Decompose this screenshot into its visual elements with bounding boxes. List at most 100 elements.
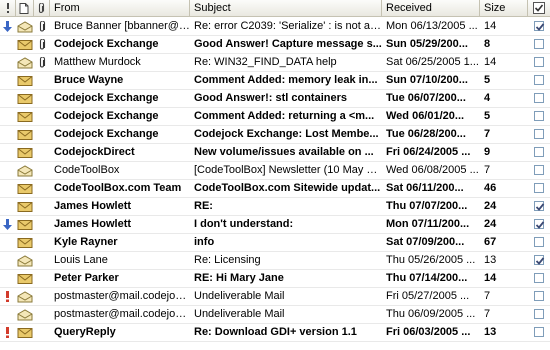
flag-checkbox-cell xyxy=(528,54,550,71)
message-row[interactable]: Matthew Murdock Re: WIN32_FIND_DATA help S… xyxy=(0,54,550,72)
flag-checkbox[interactable] xyxy=(534,57,544,67)
flag-checkbox[interactable] xyxy=(534,183,544,193)
envelope-closed-icon xyxy=(17,220,33,230)
flag-checkbox[interactable] xyxy=(534,75,544,85)
size-cell: 46 xyxy=(484,182,497,194)
message-row[interactable]: CodeToolBox.com Team CodeToolBox.com Site… xyxy=(0,180,550,198)
flag-checkbox[interactable] xyxy=(534,309,544,319)
message-row[interactable]: Codejock Exchange Good Answer! Capture me… xyxy=(0,36,550,54)
attachment-cell xyxy=(34,144,50,161)
message-row[interactable]: James Howlett RE: Thu 07/07/200... 24 xyxy=(0,198,550,216)
flag-checkbox[interactable] xyxy=(534,291,544,301)
priority-cell xyxy=(0,234,16,251)
message-row[interactable]: postmaster@mail.codejock... Undeliverable… xyxy=(0,306,550,324)
from-cell: Codejock Exchange xyxy=(54,128,159,140)
flag-checkbox-cell xyxy=(528,108,550,125)
flag-checkbox-cell xyxy=(528,72,550,89)
from-cell: QueryReply xyxy=(54,326,116,338)
flag-checkbox-cell xyxy=(528,288,550,305)
received-cell: Sat 07/09/200... xyxy=(386,236,465,248)
envelope-closed-icon xyxy=(17,148,33,158)
size-cell: 67 xyxy=(484,236,497,248)
flag-checkbox-cell xyxy=(528,90,550,107)
message-row[interactable]: Kyle Rayner info Sat 07/09/200... 67 xyxy=(0,234,550,252)
column-header-from[interactable]: From xyxy=(50,0,190,16)
envelope-closed-icon xyxy=(17,40,33,50)
message-row[interactable]: Codejock Exchange Comment Added: returnin… xyxy=(0,108,550,126)
message-row[interactable]: Louis Lane Re: Licensing Thu 05/26/2005 ..… xyxy=(0,252,550,270)
envelope-closed-icon xyxy=(17,184,33,194)
size-cell: 13 xyxy=(484,326,497,338)
message-row[interactable]: postmaster@mail.codejock... Undeliverable… xyxy=(0,288,550,306)
received-cell: Sat 06/25/2005 1... xyxy=(386,56,479,68)
column-header-size[interactable]: Size xyxy=(480,0,528,16)
flag-checkbox[interactable] xyxy=(534,111,544,121)
flag-checkbox[interactable] xyxy=(534,201,545,211)
attachment-cell xyxy=(34,108,50,125)
attachment-cell xyxy=(34,162,50,179)
flag-checkbox[interactable] xyxy=(534,273,544,283)
received-cell: Tue 06/28/200... xyxy=(386,128,466,140)
paperclip-icon xyxy=(39,57,46,68)
attachment-cell xyxy=(34,252,50,269)
check-mark-icon xyxy=(535,203,545,211)
flag-checkbox-cell xyxy=(528,126,550,143)
message-type-cell xyxy=(16,54,34,71)
column-header-type[interactable] xyxy=(16,0,34,16)
column-header-subject[interactable]: Subject xyxy=(190,0,382,16)
column-header-attachment[interactable] xyxy=(34,0,50,16)
from-cell: Louis Lane xyxy=(54,254,108,266)
message-row[interactable]: Codejock Exchange Good Answer!: stl conta… xyxy=(0,90,550,108)
envelope-open-icon xyxy=(17,255,33,267)
priority-cell xyxy=(0,54,16,71)
priority-cell xyxy=(0,324,16,341)
received-cell: Thu 06/09/2005 ... xyxy=(386,308,476,320)
received-cell: Wed 06/01/20... xyxy=(386,110,465,122)
subject-cell: Undeliverable Mail xyxy=(194,308,285,320)
message-type-cell xyxy=(16,216,34,233)
column-header-received[interactable]: Received xyxy=(382,0,480,16)
from-cell: Kyle Rayner xyxy=(54,236,118,248)
envelope-closed-icon xyxy=(17,130,33,140)
message-row[interactable]: Bruce Banner [bbanner@c... Re: error C203… xyxy=(0,18,550,36)
received-cell: Thu 07/14/200... xyxy=(386,272,468,284)
message-row[interactable]: Bruce Wayne Comment Added: memory leak in… xyxy=(0,72,550,90)
flag-checkbox[interactable] xyxy=(534,219,545,229)
message-type-cell xyxy=(16,252,34,269)
message-type-cell xyxy=(16,72,34,89)
size-cell: 24 xyxy=(484,218,497,230)
flag-checkbox[interactable] xyxy=(534,93,544,103)
message-row[interactable]: CodejockDirect New volume/issues availabl… xyxy=(0,144,550,162)
column-header-flag[interactable] xyxy=(528,0,550,16)
flag-checkbox-cell xyxy=(528,270,550,287)
message-list[interactable]: From Subject Received Size Bruce Banner … xyxy=(0,0,550,350)
flag-checkbox[interactable] xyxy=(534,327,544,337)
priority-cell xyxy=(0,180,16,197)
message-row[interactable]: QueryReply Re: Download GDI+ version 1.1 F… xyxy=(0,324,550,342)
priority-cell xyxy=(0,144,16,161)
message-row[interactable]: Peter Parker RE: Hi Mary Jane Thu 07/14/20… xyxy=(0,270,550,288)
attachment-cell xyxy=(34,306,50,323)
message-row[interactable]: Codejock Exchange Codejock Exchange: Lost… xyxy=(0,126,550,144)
size-cell: 5 xyxy=(484,74,491,86)
check-mark-icon xyxy=(535,23,545,31)
message-type-cell xyxy=(16,108,34,125)
message-type-cell xyxy=(16,288,34,305)
envelope-closed-icon xyxy=(17,94,33,104)
flag-checkbox[interactable] xyxy=(534,255,545,265)
flag-checkbox[interactable] xyxy=(534,39,544,49)
message-row[interactable]: James Howlett I don't understand: Mon 07/1… xyxy=(0,216,550,234)
flag-checkbox[interactable] xyxy=(534,129,544,139)
flag-checkbox[interactable] xyxy=(534,147,544,157)
message-row[interactable]: CodeToolBox [CodeToolBox] Newsletter (10 … xyxy=(0,162,550,180)
size-cell: 9 xyxy=(484,146,491,158)
flag-checkbox-cell xyxy=(528,36,550,53)
received-cell: Thu 07/07/200... xyxy=(386,200,468,212)
flag-checkbox[interactable] xyxy=(534,165,544,175)
flag-checkbox-cell xyxy=(528,234,550,251)
from-cell: postmaster@mail.codejock... xyxy=(54,290,190,302)
flag-checkbox[interactable] xyxy=(534,21,545,31)
flag-checkbox[interactable] xyxy=(534,237,544,247)
attachment-cell xyxy=(34,72,50,89)
column-header-priority[interactable] xyxy=(0,0,16,16)
